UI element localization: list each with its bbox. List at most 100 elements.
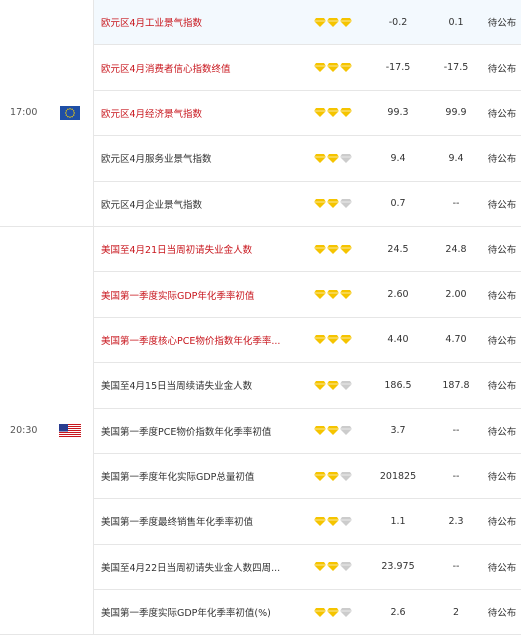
release-time: 20:30 bbox=[10, 425, 38, 437]
importance-diamond-icon bbox=[327, 516, 339, 526]
importance-diamond-icon bbox=[314, 380, 326, 390]
importance-rating bbox=[309, 108, 367, 118]
importance-rating bbox=[309, 199, 367, 209]
indicator-row[interactable]: 美国第一季度实际GDP年化季率初值(%) 2.6 2 待公布 bbox=[93, 590, 521, 635]
importance-rating bbox=[309, 63, 367, 73]
country-flag bbox=[47, 0, 93, 226]
importance-diamond-icon bbox=[314, 244, 326, 254]
forecast-value: 2.3 bbox=[448, 515, 464, 527]
importance-diamond-icon bbox=[327, 607, 339, 617]
indicator-name[interactable]: 美国至4月22日当周初请失业金人数四周... bbox=[94, 560, 309, 574]
importance-diamond-icon bbox=[340, 471, 352, 481]
importance-diamond-icon bbox=[314, 471, 326, 481]
previous-value: 99.3 bbox=[387, 107, 409, 119]
us-flag-icon bbox=[59, 423, 82, 438]
indicator-row[interactable]: 欧元区4月服务业景气指数 9.4 9.4 待公布 bbox=[93, 136, 521, 182]
forecast-value: -- bbox=[452, 425, 460, 437]
previous-value: 9.4 bbox=[390, 152, 406, 164]
actual-value: 待公布 bbox=[487, 108, 517, 120]
country-flag bbox=[47, 227, 93, 635]
importance-diamond-icon bbox=[340, 335, 352, 345]
indicator-row[interactable]: 欧元区4月消费者信心指数终值 -17.5 -17.5 待公布 bbox=[93, 45, 521, 91]
indicator-row[interactable]: 美国第一季度核心PCE物价指数年化季率... 4.40 4.70 待公布 bbox=[93, 317, 521, 364]
indicator-row[interactable]: 欧元区4月工业景气指数 -0.2 0.1 待公布 bbox=[93, 0, 521, 46]
importance-rating bbox=[309, 562, 367, 572]
forecast-value: -- bbox=[452, 198, 460, 210]
indicator-name[interactable]: 美国第一季度实际GDP年化季率初值 bbox=[94, 288, 309, 302]
indicator-row[interactable]: 美国至4月21日当周初请失业金人数 24.5 24.8 待公布 bbox=[93, 226, 521, 273]
indicator-name[interactable]: 美国至4月15日当周续请失业金人数 bbox=[94, 378, 309, 392]
forecast-value: 99.9 bbox=[445, 107, 467, 119]
actual-value: 待公布 bbox=[487, 562, 517, 574]
importance-diamond-icon bbox=[327, 63, 339, 73]
previous-value: 24.5 bbox=[387, 243, 409, 255]
actual-value: 待公布 bbox=[487, 381, 517, 393]
importance-diamond-icon bbox=[314, 562, 326, 572]
importance-diamond-icon bbox=[340, 199, 352, 209]
actual-value: 待公布 bbox=[487, 608, 517, 620]
forecast-value: 2 bbox=[452, 606, 460, 618]
indicator-row[interactable]: 欧元区4月经济景气指数 99.3 99.9 待公布 bbox=[93, 90, 521, 137]
importance-diamond-icon bbox=[340, 17, 352, 27]
indicator-name[interactable]: 欧元区4月企业景气指数 bbox=[94, 197, 309, 211]
indicator-row[interactable]: 美国至4月15日当周续请失业金人数 186.5 187.8 待公布 bbox=[93, 363, 521, 409]
importance-diamond-icon bbox=[314, 17, 326, 27]
forecast-value: 24.8 bbox=[445, 243, 467, 255]
importance-diamond-icon bbox=[327, 380, 339, 390]
indicator-name[interactable]: 欧元区4月消费者信心指数终值 bbox=[94, 61, 309, 75]
indicator-name[interactable]: 美国第一季度年化实际GDP总量初值 bbox=[94, 469, 309, 483]
indicator-row[interactable]: 美国第一季度最终销售年化季率初值 1.1 2.3 待公布 bbox=[93, 499, 521, 545]
importance-diamond-icon bbox=[327, 471, 339, 481]
actual-value: 待公布 bbox=[487, 154, 517, 166]
indicator-name[interactable]: 欧元区4月工业景气指数 bbox=[94, 15, 309, 29]
importance-diamond-icon bbox=[340, 290, 352, 300]
importance-diamond-icon bbox=[340, 516, 352, 526]
importance-diamond-icon bbox=[327, 108, 339, 118]
indicator-name[interactable]: 欧元区4月经济景气指数 bbox=[94, 106, 309, 120]
economic-calendar-table: 17:00 欧元区4月工业景气指数 -0.2 0.1 待公布 欧元区4月消费者信心指数终值… bbox=[0, 0, 521, 635]
actual-value: 待公布 bbox=[487, 290, 517, 302]
importance-rating bbox=[309, 244, 367, 254]
indicator-name[interactable]: 美国第一季度实际GDP年化季率初值(%) bbox=[94, 605, 309, 619]
importance-rating bbox=[309, 335, 367, 345]
importance-rating bbox=[309, 17, 367, 27]
indicator-name[interactable]: 美国第一季度PCE物价指数年化季率初值 bbox=[94, 424, 309, 438]
importance-diamond-icon bbox=[314, 153, 326, 163]
importance-diamond-icon bbox=[340, 562, 352, 572]
previous-value: 23.975 bbox=[381, 561, 415, 573]
importance-rating bbox=[309, 607, 367, 617]
importance-diamond-icon bbox=[314, 607, 326, 617]
indicator-row[interactable]: 美国第一季度PCE物价指数年化季率初值 3.7 -- 待公布 bbox=[93, 408, 521, 454]
importance-diamond-icon bbox=[314, 426, 326, 436]
importance-diamond-icon bbox=[340, 607, 352, 617]
indicator-row[interactable]: 欧元区4月企业景气指数 0.7 -- 待公布 bbox=[93, 181, 521, 226]
indicator-row[interactable]: 美国第一季度年化实际GDP总量初值 201825 -- 待公布 bbox=[93, 453, 521, 500]
previous-value: -17.5 bbox=[385, 62, 411, 74]
indicator-row[interactable]: 美国第一季度实际GDP年化季率初值 2.60 2.00 待公布 bbox=[93, 272, 521, 318]
indicator-name[interactable]: 美国第一季度核心PCE物价指数年化季率... bbox=[94, 333, 309, 347]
actual-value: 待公布 bbox=[487, 426, 517, 438]
importance-diamond-icon bbox=[327, 335, 339, 345]
importance-diamond-icon bbox=[340, 63, 352, 73]
indicator-name[interactable]: 美国第一季度最终销售年化季率初值 bbox=[94, 514, 309, 528]
previous-value: 4.40 bbox=[387, 334, 409, 346]
importance-diamond-icon bbox=[327, 199, 339, 209]
forecast-value: 187.8 bbox=[442, 379, 470, 391]
forecast-value: -17.5 bbox=[443, 62, 469, 74]
forecast-value: 4.70 bbox=[445, 334, 467, 346]
importance-diamond-icon bbox=[314, 290, 326, 300]
previous-value: 201825 bbox=[379, 470, 417, 482]
importance-diamond-icon bbox=[327, 244, 339, 254]
importance-diamond-icon bbox=[327, 153, 339, 163]
actual-value: 待公布 bbox=[487, 335, 517, 347]
importance-rating bbox=[309, 516, 367, 526]
eu-flag-icon bbox=[60, 105, 81, 120]
indicator-name[interactable]: 欧元区4月服务业景气指数 bbox=[94, 151, 309, 165]
importance-diamond-icon bbox=[327, 17, 339, 27]
forecast-value: -- bbox=[452, 561, 460, 573]
importance-diamond-icon bbox=[314, 108, 326, 118]
indicator-row[interactable]: 美国至4月22日当周初请失业金人数四周... 23.975 -- 待公布 bbox=[93, 544, 521, 591]
actual-value: 待公布 bbox=[487, 199, 517, 211]
indicator-name[interactable]: 美国至4月21日当周初请失业金人数 bbox=[94, 242, 309, 256]
importance-diamond-icon bbox=[340, 108, 352, 118]
